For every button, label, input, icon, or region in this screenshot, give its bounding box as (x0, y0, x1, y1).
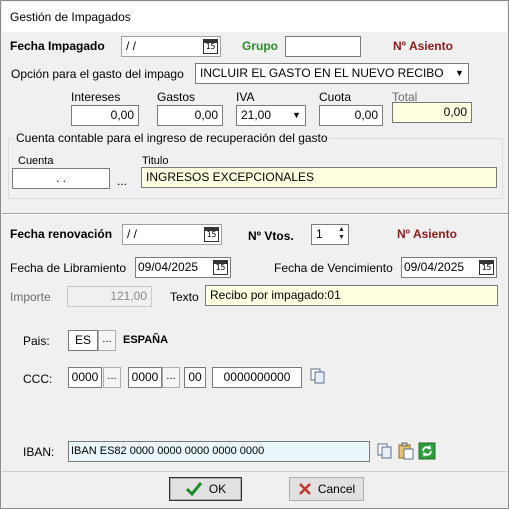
fecha-vencimiento-field[interactable]: 09/04/2025 15 (401, 257, 497, 278)
cuenta-field[interactable]: . . (12, 168, 110, 189)
texto-label: Texto (170, 290, 199, 304)
calendar-icon[interactable]: 15 (213, 260, 228, 275)
ccc-cuenta-field[interactable]: 0000000000 (212, 367, 302, 388)
ok-button-label: OK (208, 482, 227, 496)
titulo-field: INGRESOS EXCEPCIONALES (141, 167, 497, 188)
cuenta-contable-group-title: Cuenta contable para el ingreso de recup… (14, 131, 330, 145)
iban-label: IBAN: (23, 445, 55, 459)
fecha-impagado-field[interactable]: / / 15 (121, 36, 221, 57)
calendar-icon[interactable]: 15 (203, 39, 218, 54)
ccc-oficina-lookup-button[interactable]: ... (162, 367, 180, 388)
pais-code-field[interactable]: ES (68, 330, 98, 351)
num-vtos-label: Nº Vtos. (248, 229, 294, 243)
ccc-oficina-field[interactable]: 0000 (128, 367, 162, 388)
importe-label: Importe (10, 290, 51, 304)
chevron-down-icon[interactable]: ▼ (288, 106, 305, 125)
total-field: 0,00 (392, 102, 472, 123)
pais-lookup-button[interactable]: ... (98, 330, 116, 351)
importe-field: 121,00 (67, 286, 152, 307)
fecha-renovacion-field[interactable]: / / 15 (122, 224, 222, 245)
cancel-button-label: Cancel (317, 482, 356, 496)
cuenta-lookup-button[interactable]: ... (117, 174, 127, 188)
cuenta-label: Cuenta (18, 155, 54, 167)
cuota-label: Cuota (319, 90, 352, 104)
ccc-entidad-field[interactable]: 0000 (68, 367, 102, 388)
section-separator (2, 213, 508, 215)
ccc-label: CCC: (23, 372, 53, 386)
opcion-gasto-label: Opción para el gasto del impago (11, 67, 184, 81)
fecha-vencimiento-label: Fecha de Vencimiento (274, 261, 393, 275)
gastos-field[interactable]: 0,00 (157, 105, 223, 126)
paste-icon[interactable] (397, 442, 415, 460)
chevron-down-icon[interactable]: ▼ (451, 64, 468, 83)
window-title: Gestión de Impagados (10, 10, 131, 24)
num-vtos-stepper[interactable]: 1 ▲ ▼ (311, 224, 349, 245)
asiento-renovacion-label: Nº Asiento (397, 227, 457, 241)
copy-icon[interactable] (376, 442, 394, 460)
opcion-gasto-select[interactable]: INCLUIR EL GASTO EN EL NUEVO RECIBO ▼ (195, 63, 469, 84)
fecha-renovacion-label: Fecha renovación (10, 227, 113, 241)
calendar-icon[interactable]: 15 (479, 260, 494, 275)
pais-label: Pais: (23, 334, 50, 348)
ccc-dc-field[interactable]: 00 (184, 367, 206, 388)
pais-name: ESPAÑA (123, 334, 169, 346)
titulo-label: Titulo (142, 155, 169, 167)
checkmark-icon (185, 482, 202, 497)
intereses-field[interactable]: 0,00 (71, 105, 139, 126)
cuota-field[interactable]: 0,00 (319, 105, 383, 126)
ok-button[interactable]: OK (169, 477, 242, 501)
fecha-libramiento-field[interactable]: 09/04/2025 15 (135, 257, 231, 278)
iva-select[interactable]: 21,00 ▼ (236, 105, 306, 126)
copy-icon[interactable] (309, 367, 327, 385)
asiento-impagado-label: Nº Asiento (393, 39, 453, 53)
fecha-libramiento-label: Fecha de Libramiento (10, 261, 127, 275)
ccc-entidad-lookup-button[interactable]: ... (103, 367, 121, 388)
spinner-arrows-icon[interactable]: ▲ ▼ (336, 226, 347, 243)
iban-field[interactable]: IBAN ES82 0000 0000 0000 0000 0000 (68, 441, 370, 462)
cross-icon (298, 483, 311, 495)
calendar-icon[interactable]: 15 (204, 227, 219, 242)
dialog-footer: OK Cancel (2, 471, 507, 508)
title-bar: Gestión de Impagados (2, 2, 507, 32)
texto-field[interactable]: Recibo por impagado:01 (205, 285, 498, 306)
iva-label: IVA (236, 90, 255, 104)
cancel-button[interactable]: Cancel (289, 477, 364, 501)
dialog-window: Gestión de Impagados Fecha Impagado / / … (0, 0, 509, 509)
grupo-field[interactable] (285, 36, 361, 57)
fecha-impagado-label: Fecha Impagado (10, 39, 105, 53)
intereses-label: Intereses (71, 90, 121, 104)
grupo-label: Grupo (242, 39, 278, 53)
refresh-icon[interactable] (418, 442, 436, 460)
gastos-label: Gastos (157, 90, 196, 104)
